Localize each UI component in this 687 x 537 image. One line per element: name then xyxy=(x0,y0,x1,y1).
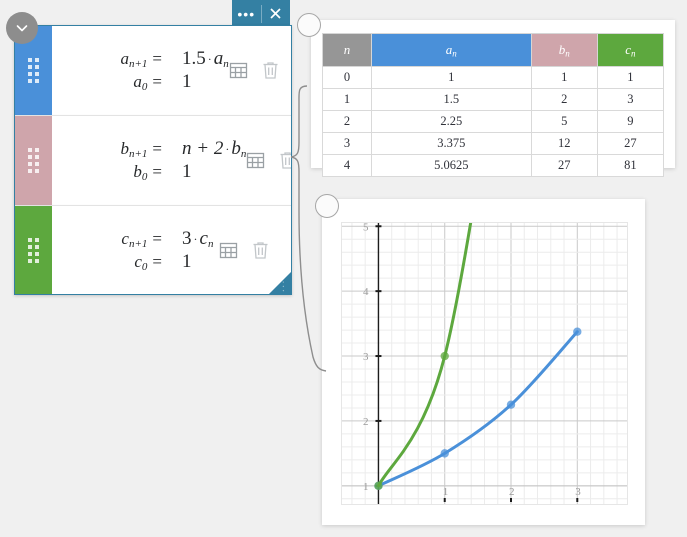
app-root: ••• an+1 = 1.5 · an a0 = 1 bn+1 = n + 2 … xyxy=(0,0,687,537)
cell-c: 9 xyxy=(596,110,665,133)
cell-c: 1 xyxy=(596,66,665,89)
trash-icon[interactable] xyxy=(262,61,279,80)
recurrence-row: bn+1 = n + 2 · bn xyxy=(78,138,246,160)
column-header-a[interactable]: an xyxy=(371,33,532,67)
cell-a: 1 xyxy=(371,66,532,89)
initial-row: b0 = 1 xyxy=(78,161,246,183)
cell-a: 5.0625 xyxy=(371,154,532,177)
graph-panel-collapse-circle[interactable] xyxy=(315,194,339,218)
graph-canvas[interactable]: 1 2 3 1 2 3 4 5 xyxy=(341,222,628,505)
cell-a: 1.5 xyxy=(371,88,532,111)
recurrence-lhs: bn+1 = xyxy=(120,139,162,161)
initial-row: c0 = 1 xyxy=(78,251,219,273)
cell-b: 1 xyxy=(530,66,598,89)
trash-icon[interactable] xyxy=(252,241,269,260)
cell-a: 2.25 xyxy=(371,110,532,133)
cell-a: 3.375 xyxy=(371,132,532,155)
table-head: n an bn cn xyxy=(322,33,665,67)
svg-text:3: 3 xyxy=(575,486,581,498)
grip-dots-icon xyxy=(28,238,39,263)
table-panel: n an bn cn 0 1 1 1 1 1.5 2 3 2 2.25 5 9 … xyxy=(311,20,675,177)
table-row[interactable]: 0 1 1 1 xyxy=(322,66,665,89)
formula-window: an+1 = 1.5 · an a0 = 1 bn+1 = n + 2 · bn… xyxy=(14,25,292,295)
initial-value: 1 xyxy=(182,70,192,92)
initial-value: 1 xyxy=(182,250,192,272)
drag-handle-c[interactable] xyxy=(15,206,52,294)
formula-window-titlebar: ••• xyxy=(232,0,290,27)
cell-b: 12 xyxy=(530,132,598,155)
sequence-table: n an bn cn 0 1 1 1 1 1.5 2 3 2 2.25 5 9 … xyxy=(322,33,665,177)
recurrence-rhs: 1.5 · an xyxy=(182,48,229,71)
svg-text:4: 4 xyxy=(363,286,369,298)
formula-expression[interactable]: cn+1 = 3 · cn c0 = 1 xyxy=(52,206,219,294)
table-row[interactable]: 1 1.5 2 3 xyxy=(322,88,665,111)
grip-dots-icon xyxy=(28,148,39,173)
recurrence-rhs: n + 2 · bn xyxy=(182,138,247,161)
formula-card[interactable]: cn+1 = 3 · cn c0 = 1 xyxy=(15,205,291,294)
cell-c: 3 xyxy=(596,88,665,111)
initial-row: a0 = 1 xyxy=(78,71,229,93)
recurrence-row: an+1 = 1.5 · an xyxy=(78,48,229,71)
collapse-toggle-button[interactable] xyxy=(6,12,38,44)
more-options-button[interactable]: ••• xyxy=(232,0,261,27)
column-header-b[interactable]: bn xyxy=(530,33,598,67)
table-header-row: n an bn cn xyxy=(322,33,665,67)
table-icon[interactable] xyxy=(246,151,265,170)
cell-c: 27 xyxy=(596,132,665,155)
svg-text:3: 3 xyxy=(363,351,369,363)
table-panel-collapse-circle[interactable] xyxy=(297,13,321,37)
table-row[interactable]: 3 3.375 12 27 xyxy=(322,132,665,155)
graph-panel: 1 2 3 1 2 3 4 5 xyxy=(322,199,645,525)
column-header-c[interactable]: cn xyxy=(596,33,665,67)
formula-expression[interactable]: bn+1 = n + 2 · bn b0 = 1 xyxy=(52,116,246,205)
cell-b: 5 xyxy=(530,110,598,133)
formula-tools xyxy=(229,26,291,115)
cell-b: 27 xyxy=(530,154,598,177)
formula-card[interactable]: an+1 = 1.5 · an a0 = 1 xyxy=(15,26,291,115)
table-body: 0 1 1 1 1 1.5 2 3 2 2.25 5 9 3 3.375 12 … xyxy=(322,66,665,177)
svg-text:2: 2 xyxy=(363,416,369,428)
formula-card[interactable]: bn+1 = n + 2 · bn b0 = 1 xyxy=(15,115,291,205)
grip-dots-icon xyxy=(28,58,39,83)
plot-svg: 1 2 3 1 2 3 4 5 xyxy=(342,223,627,504)
initial-value: 1 xyxy=(182,160,192,182)
recurrence-rhs: 3 · cn xyxy=(182,228,214,251)
formula-expression[interactable]: an+1 = 1.5 · an a0 = 1 xyxy=(52,26,229,115)
svg-text:2: 2 xyxy=(509,486,514,498)
chevron-down-icon xyxy=(16,25,28,32)
cell-c: 81 xyxy=(596,154,665,177)
initial-lhs: a0 = xyxy=(133,71,162,93)
table-row[interactable]: 4 5.0625 27 81 xyxy=(322,154,665,177)
recurrence-row: cn+1 = 3 · cn xyxy=(78,228,219,250)
recurrence-lhs: cn+1 = xyxy=(121,229,162,251)
recurrence-lhs: an+1 = xyxy=(120,49,162,71)
initial-lhs: b0 = xyxy=(133,161,162,183)
table-row[interactable]: 2 2.25 5 9 xyxy=(322,110,665,133)
drag-handle-b[interactable] xyxy=(15,116,52,205)
svg-text:1: 1 xyxy=(363,481,369,493)
cell-b: 2 xyxy=(530,88,598,111)
table-icon[interactable] xyxy=(229,61,248,80)
svg-text:1: 1 xyxy=(443,486,449,498)
svg-text:5: 5 xyxy=(363,223,369,233)
table-icon[interactable] xyxy=(219,241,238,260)
initial-lhs: c0 = xyxy=(134,251,162,273)
